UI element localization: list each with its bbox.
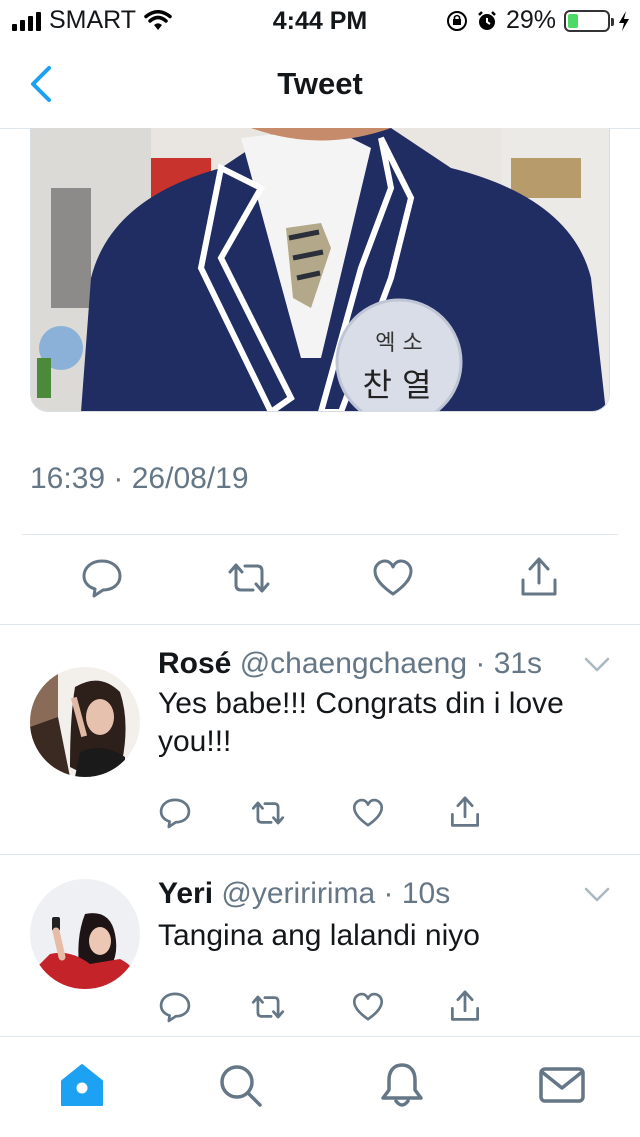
badge-text-top: 엑 소: [375, 331, 422, 356]
page-title: Tweet: [277, 66, 363, 101]
reply-header: Rosé @chaengchaeng · 31s: [158, 647, 542, 681]
tweet-media-image[interactable]: 엑 소 찬 열: [30, 128, 610, 412]
reply-author-handle[interactable]: @chaengchaeng: [240, 647, 467, 680]
share-icon[interactable]: [520, 556, 558, 598]
reply-icon[interactable]: [158, 797, 192, 829]
charging-icon: [619, 10, 629, 31]
reply-icon[interactable]: [80, 558, 124, 598]
reply-item[interactable]: Rosé @chaengchaeng · 31s Yes babe!!! Con…: [0, 625, 640, 854]
reply-separator: ·: [467, 647, 494, 680]
like-icon[interactable]: [352, 992, 384, 1022]
orientation-lock-icon: [446, 10, 467, 31]
chevron-down-icon[interactable]: [584, 887, 610, 903]
reply-author-handle[interactable]: @yeriririma: [221, 877, 375, 910]
like-icon[interactable]: [352, 798, 384, 828]
like-icon[interactable]: [372, 559, 414, 597]
reply-author-name[interactable]: Rosé: [158, 647, 231, 680]
divider: [22, 534, 618, 535]
avatar[interactable]: [30, 667, 140, 777]
home-icon[interactable]: [58, 1061, 106, 1109]
nav-bar: Tweet: [0, 40, 640, 129]
messages-icon[interactable]: [538, 1061, 586, 1109]
battery-percent: 29%: [505, 6, 556, 34]
alarm-icon: [478, 10, 496, 30]
share-icon[interactable]: [450, 795, 480, 829]
avatar[interactable]: [30, 879, 140, 989]
chevron-down-icon[interactable]: [584, 657, 610, 673]
reply-separator: ·: [375, 877, 402, 910]
reply-author-name[interactable]: Yeri: [158, 877, 213, 910]
reply-icon[interactable]: [158, 991, 192, 1023]
badge-text-bottom: 찬 열: [362, 366, 431, 404]
retweet-icon[interactable]: [250, 799, 286, 827]
search-icon[interactable]: [216, 1061, 264, 1109]
status-bar: SMART 4:44 PM 29%: [0, 0, 640, 40]
reply-time: 10s: [401, 877, 451, 910]
reply-text: Tangina ang lalandi niyo: [158, 919, 480, 952]
share-icon[interactable]: [450, 989, 480, 1023]
status-right: 29%: [446, 6, 630, 35]
tweet-timestamp: 16:39 · 26/08/19: [30, 462, 249, 495]
battery-icon: [564, 9, 614, 32]
notifications-icon[interactable]: [378, 1061, 426, 1109]
tab-bar: [0, 1036, 640, 1137]
reply-text: Yes babe!!! Congrats din i love you!!!: [158, 687, 564, 758]
retweet-icon[interactable]: [226, 560, 272, 596]
reply-time: 31s: [493, 647, 543, 680]
reply-header: Yeri @yeriririma · 10s: [158, 877, 450, 911]
reply-item[interactable]: Yeri @yeriririma · 10s Tangina ang lalan…: [0, 855, 640, 1036]
retweet-icon[interactable]: [250, 993, 286, 1021]
